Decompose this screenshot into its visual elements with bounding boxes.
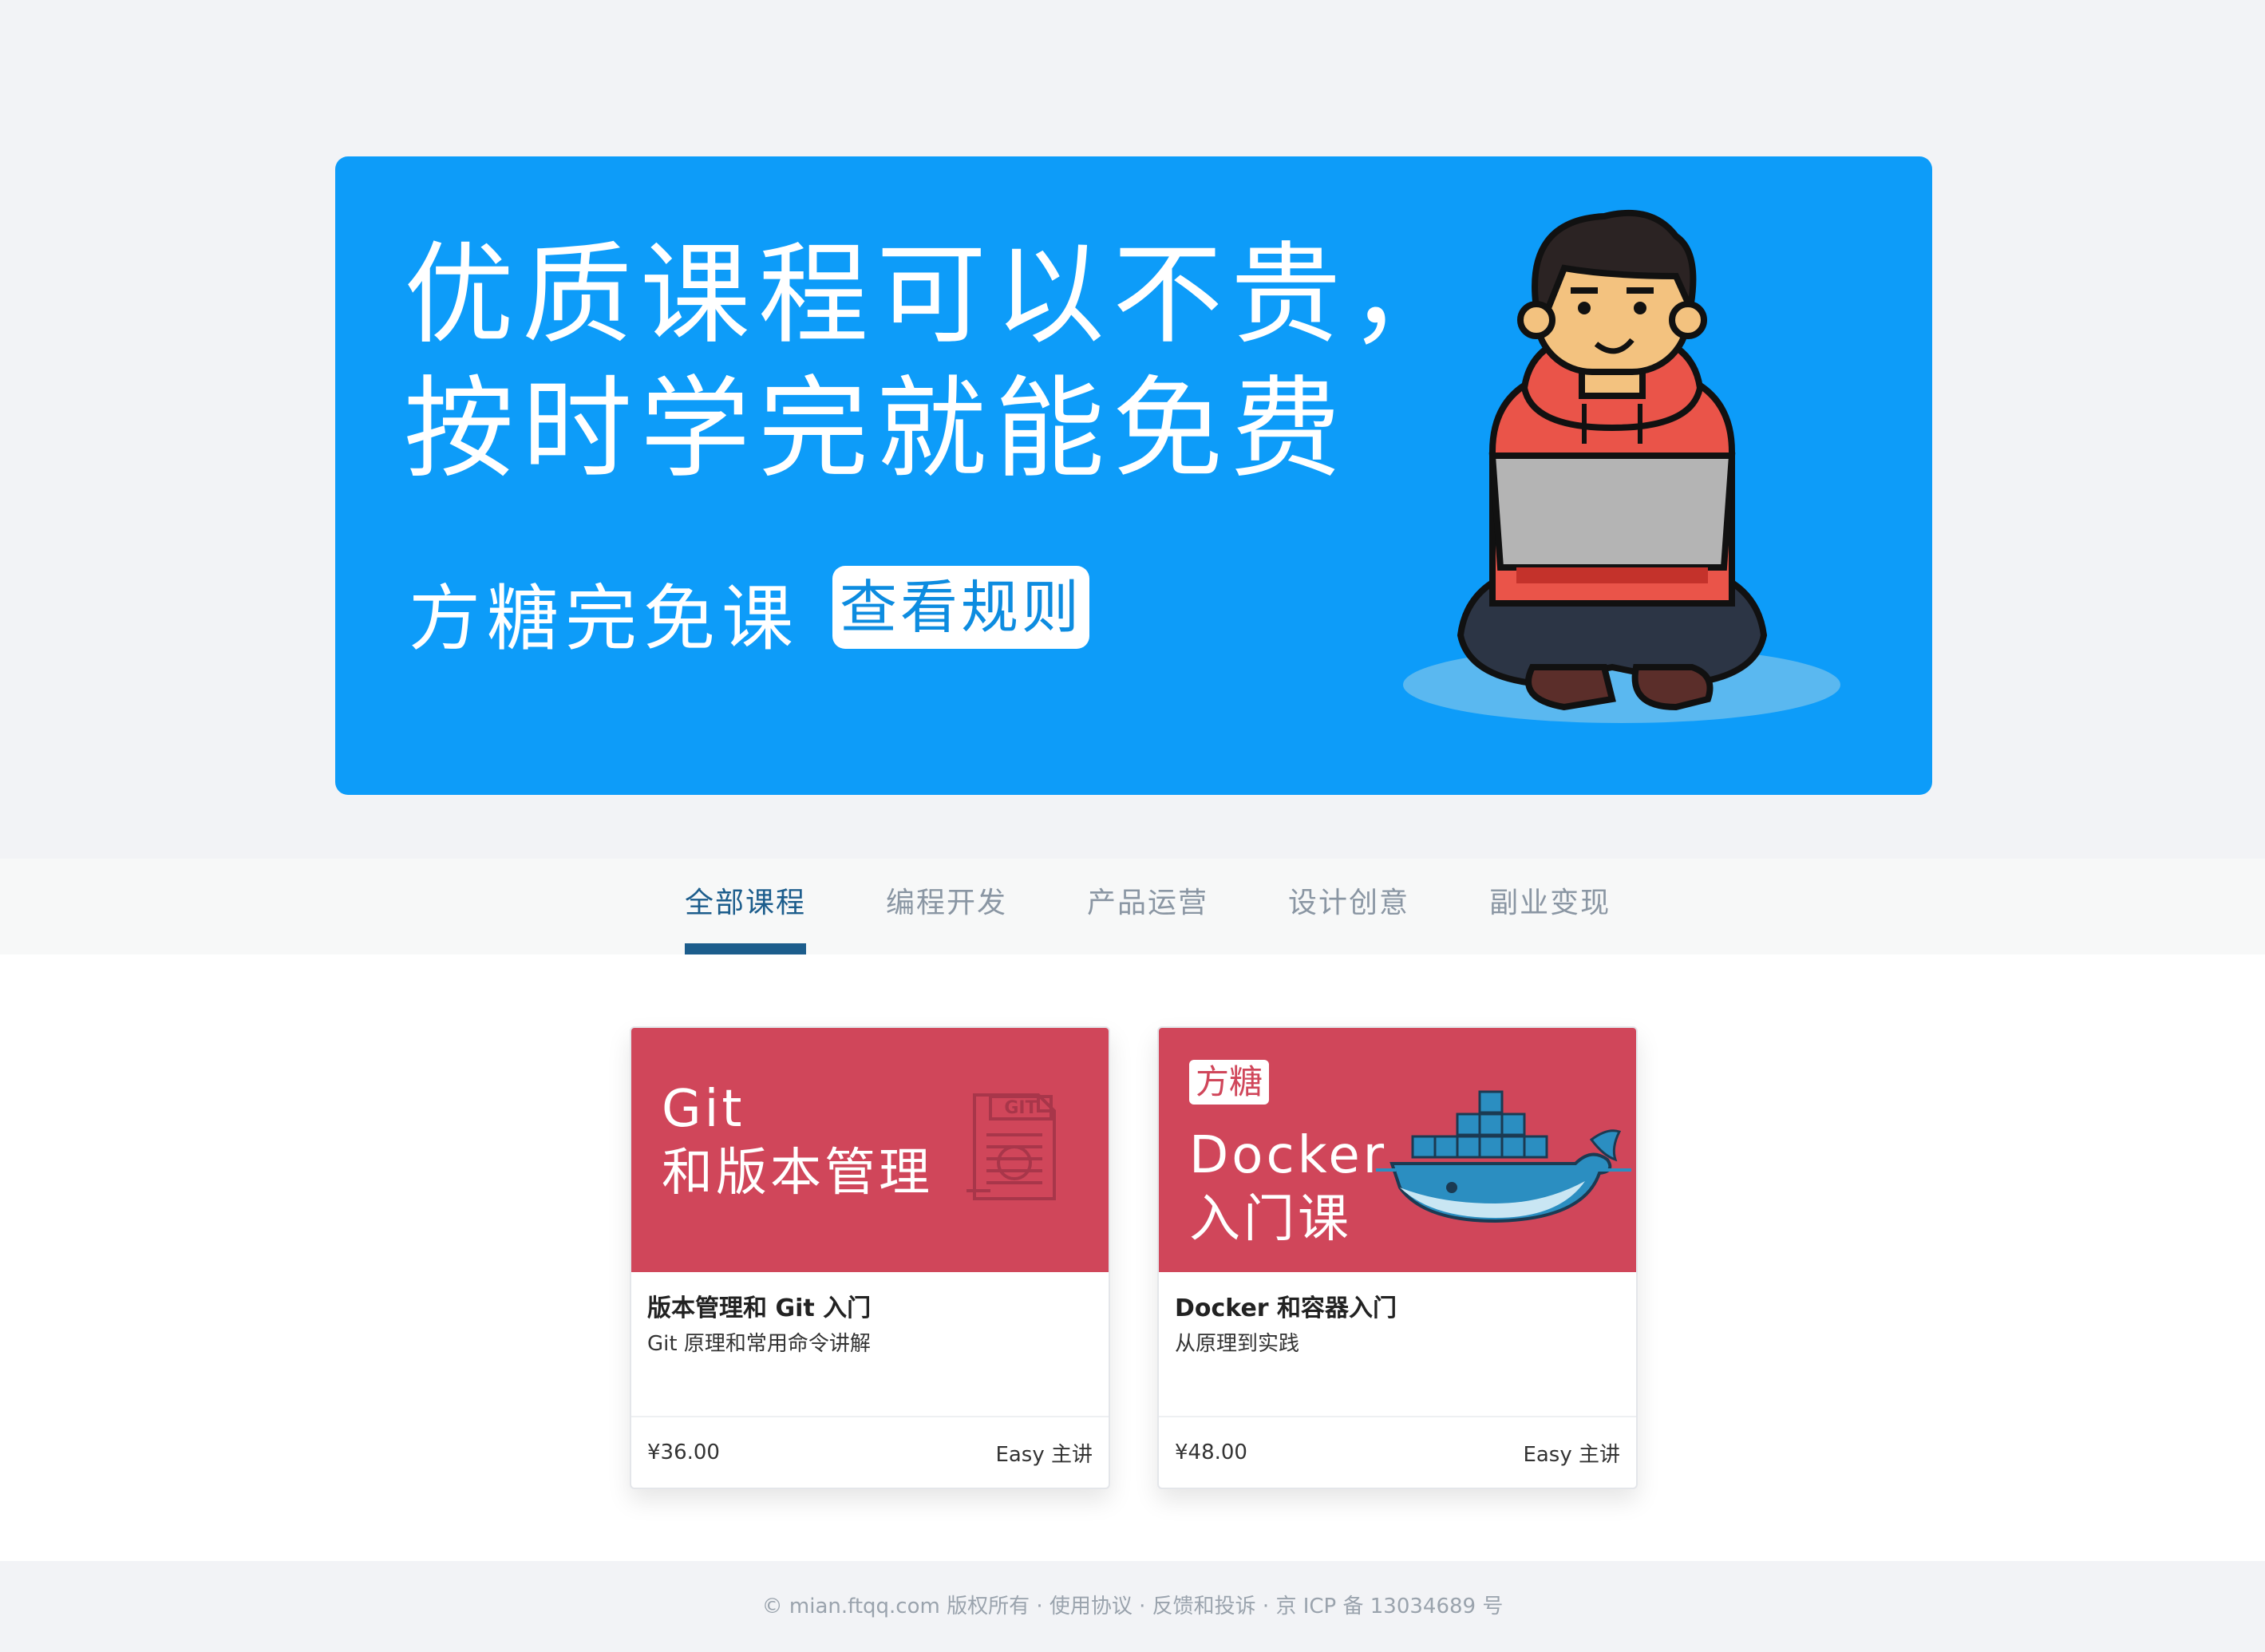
hero-headline-line1: 优质课程可以不贵， <box>404 231 1468 359</box>
cover-title: Git 和版本管理 <box>662 1077 933 1205</box>
course-card-git[interactable]: Git 和版本管理 GIT 版本管理和 Git 入门 Git 原理和常用命令讲解 <box>630 1026 1110 1489</box>
cover-title-line1: Git <box>662 1080 745 1139</box>
course-teacher: Easy 主讲 <box>995 1442 1093 1467</box>
course-info: 版本管理和 Git 入门 Git 原理和常用命令讲解 <box>631 1272 1109 1416</box>
category-tabs-bar: 全部课程 编程开发 产品运营 设计创意 副业变现 <box>0 859 2265 954</box>
course-cover: Git 和版本管理 GIT <box>631 1028 1109 1272</box>
course-footer: ¥36.00 Easy 主讲 <box>631 1416 1109 1488</box>
tab-product-ops[interactable]: 产品运营 <box>1087 859 1208 954</box>
hero-headline: 优质课程可以不贵， 按时学完就能免费 <box>404 228 1467 496</box>
view-rules-button[interactable]: 查看规则 <box>832 566 1089 649</box>
course-teacher: Easy 主讲 <box>1523 1442 1620 1467</box>
category-tabs: 全部课程 编程开发 产品运营 设计创意 副业变现 <box>685 859 1690 954</box>
tab-side-business[interactable]: 副业变现 <box>1489 859 1611 954</box>
hero-subtitle: 方糖完免课 <box>409 577 800 661</box>
cover-title-line2: 入门课 <box>1189 1190 1352 1249</box>
course-title: Docker 和容器入门 <box>1175 1294 1397 1322</box>
student-laptop-illustration <box>1403 209 1840 723</box>
cover-title-line1: Docker <box>1189 1126 1388 1185</box>
tab-all-courses[interactable]: 全部课程 <box>685 859 807 954</box>
hero-headline-line2: 按时学完就能免费 <box>404 365 1350 493</box>
cover-title-line2: 和版本管理 <box>662 1144 933 1203</box>
course-price: ¥36.00 <box>647 1441 720 1464</box>
course-card-docker[interactable]: 方糖 Docker 入门课 Docker 和容器入门 从原理到实践 ¥48.00… <box>1157 1026 1638 1489</box>
course-title: 版本管理和 Git 入门 <box>647 1294 872 1322</box>
course-list: Git 和版本管理 GIT 版本管理和 Git 入门 Git 原理和常用命令讲解 <box>0 954 2265 1561</box>
git-file-icon: GIT <box>966 1093 1056 1200</box>
course-footer: ¥48.00 Easy 主讲 <box>1159 1416 1636 1488</box>
course-info: Docker 和容器入门 从原理到实践 <box>1159 1272 1636 1416</box>
course-price: ¥48.00 <box>1175 1441 1247 1464</box>
site-footer: © mian.ftqq.com 版权所有 · 使用协议 · 反馈和投诉 · 京 … <box>0 1561 2265 1652</box>
cover-title: Docker 入门课 <box>1189 1124 1387 1251</box>
docker-whale-icon <box>1376 1090 1631 1223</box>
tab-design[interactable]: 设计创意 <box>1288 859 1409 954</box>
brand-tag: 方糖 <box>1189 1060 1270 1105</box>
tab-programming[interactable]: 编程开发 <box>886 859 1007 954</box>
course-desc: Git 原理和常用命令讲解 <box>647 1332 871 1356</box>
course-desc: 从原理到实践 <box>1175 1332 1300 1356</box>
course-cover: 方糖 Docker 入门课 <box>1159 1028 1636 1272</box>
svg-text:GIT: GIT <box>1004 1098 1037 1118</box>
hero-banner[interactable]: 优质课程可以不贵， 按时学完就能免费 方糖完免课 查看规则 <box>335 156 1932 795</box>
